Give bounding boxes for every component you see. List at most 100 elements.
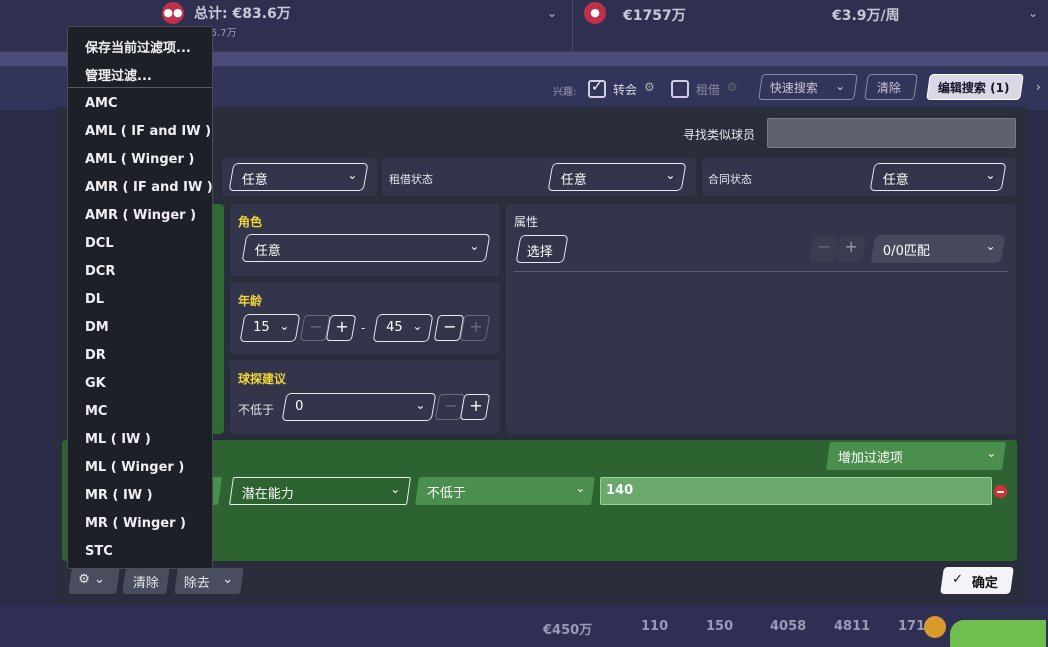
contract-status-select[interactable]: 任意 ⌄ <box>869 163 1007 191</box>
gear-icon: ⚙ ⌄ <box>78 572 105 587</box>
chevron-down-icon: ⌄ <box>665 168 676 182</box>
select-value: 任意 <box>882 173 909 188</box>
chevron-down-icon[interactable]: ⌄ <box>547 6 557 20</box>
age-label: 年龄 <box>238 294 263 308</box>
select-value: 任意 <box>254 244 281 259</box>
total-amount: 总计: €83.6万 <box>194 6 291 22</box>
position-item[interactable]: AMR ( Winger ) <box>85 208 196 223</box>
position-item[interactable]: MC <box>85 404 107 419</box>
edit-search-label: 编辑搜索 (1) <box>937 81 1010 95</box>
quick-search-button[interactable]: 快速搜索 ⌄ <box>758 74 858 100</box>
role-select[interactable]: 任意 ⌄ <box>241 234 491 262</box>
first-select[interactable]: 任意 ⌄ <box>228 163 369 191</box>
position-item[interactable]: DCR <box>85 264 115 279</box>
age-min-increment[interactable]: + <box>325 315 357 341</box>
position-item[interactable]: ML ( IW ) <box>85 432 151 447</box>
quick-search-label: 快速搜索 <box>769 81 818 95</box>
scout-label: 球探建议 <box>238 372 287 386</box>
remove-filter-icon[interactable] <box>994 485 1007 498</box>
gear-icon[interactable]: ⚙ <box>644 80 655 94</box>
save-filter-item[interactable]: 保存当前过滤项... <box>85 37 191 56</box>
chevron-down-icon: ⌄ <box>835 79 846 93</box>
gear-icon[interactable]: ⚙ <box>727 80 738 94</box>
position-item[interactable]: AMC <box>85 96 118 111</box>
position-item[interactable]: AML ( IF and IW ) <box>85 124 211 139</box>
select-value: 45 <box>386 320 403 335</box>
wage-total: €1757万 <box>623 8 686 24</box>
chevron-down-icon[interactable]: ⌄ <box>1028 6 1038 20</box>
filter-value-input[interactable]: 140 <box>600 477 992 505</box>
footer-clear-button[interactable]: 清除 <box>122 568 170 594</box>
select-value: 任意 <box>560 173 587 188</box>
position-item[interactable]: MR ( Winger ) <box>85 516 186 531</box>
position-item[interactable]: DM <box>85 320 109 335</box>
confirm-label: 确定 <box>971 576 998 591</box>
position-item[interactable]: ML ( Winger ) <box>85 460 184 475</box>
divider <box>572 0 573 52</box>
position-item[interactable]: STC <box>85 544 113 559</box>
settings-button[interactable]: ⚙ ⌄ <box>68 568 120 594</box>
chevron-down-icon: ⌄ <box>986 446 997 460</box>
add-filter-label: 增加过滤项 <box>837 451 903 466</box>
position-item[interactable]: GK <box>85 376 106 391</box>
chevron-down-icon: ⌄ <box>985 168 996 182</box>
position-dropdown-menu[interactable]: 保存当前过滤项... 管理过滤... AMC AML ( IF and IW )… <box>67 26 213 569</box>
add-filter-select[interactable]: 增加过滤项 ⌄ <box>826 442 1006 470</box>
watermark-logo <box>920 606 1048 647</box>
select-value: 任意 <box>241 173 268 188</box>
loan-status-label: 租借状态 <box>389 173 433 186</box>
position-item[interactable]: DL <box>85 292 104 307</box>
scout-increment[interactable]: + <box>459 394 491 420</box>
manage-filters-item[interactable]: 管理过滤... <box>85 65 152 84</box>
row-value: 110 <box>641 619 669 634</box>
footer-clear-label: 清除 <box>132 576 159 591</box>
age-max-select[interactable]: 45 ⌄ <box>372 314 434 342</box>
menu-separator <box>68 87 212 88</box>
clear-button[interactable]: 清除 <box>864 74 918 100</box>
attributes-select-button[interactable]: 选择 <box>515 235 569 263</box>
select-value: 15 <box>253 320 270 335</box>
divider <box>514 271 1008 272</box>
chevron-down-icon: ⌄ <box>985 239 996 253</box>
chevron-down-icon: ⌄ <box>222 572 234 587</box>
chevron-down-icon: ⌄ <box>347 168 358 182</box>
chevron-down-icon: ⌄ <box>279 319 290 333</box>
position-item[interactable]: DCL <box>85 236 114 251</box>
chevron-down-icon: ⌄ <box>469 239 480 253</box>
similar-player-input[interactable] <box>767 118 1016 148</box>
check-icon: ✓ <box>952 572 964 587</box>
age-max-increment[interactable]: + <box>459 315 491 341</box>
watermark-shape <box>950 620 1046 647</box>
position-item[interactable]: MR ( IW ) <box>85 488 153 503</box>
loan-status-select[interactable]: 任意 ⌄ <box>547 163 687 191</box>
position-item[interactable]: AML ( Winger ) <box>85 152 194 167</box>
remove-button[interactable]: 除去 ⌄ <box>174 568 244 594</box>
attr-decrement[interactable]: − <box>808 236 840 262</box>
transfer-label: 转会 <box>613 83 638 97</box>
table-row: €450万 110 150 4058 4811 1716 <box>0 606 1048 647</box>
transfer-checkbox[interactable] <box>588 79 606 98</box>
row-value: 150 <box>706 619 734 634</box>
attributes-match-select[interactable]: 0/0匹配 ⌄ <box>870 235 1006 263</box>
chevron-down-icon: ⌄ <box>390 482 401 496</box>
position-item[interactable]: AMR ( IF and IW ) <box>85 180 213 195</box>
attributes-label: 属性 <box>514 215 539 229</box>
age-min-select[interactable]: 15 ⌄ <box>239 314 301 342</box>
scout-select[interactable]: 0 ⌄ <box>281 393 437 421</box>
select-value: 0/0匹配 <box>882 244 930 259</box>
confirm-button[interactable]: ✓ 确定 <box>940 567 1014 594</box>
interest-label: 兴趣: <box>553 87 577 98</box>
edit-search-button[interactable]: 编辑搜索 (1) <box>926 74 1024 100</box>
filter-field-select[interactable]: 潜在能力 ⌄ <box>229 477 411 505</box>
attr-increment[interactable]: + <box>835 236 867 262</box>
loan-checkbox[interactable] <box>671 80 689 98</box>
clear-label: 清除 <box>876 81 901 95</box>
filter-operator-select[interactable]: 不低于 ⌄ <box>415 477 595 505</box>
remove-label: 除去 <box>183 576 210 591</box>
filter-value-text: 140 <box>606 483 634 498</box>
select-value: 不低于 <box>426 486 466 501</box>
piggy-bank-icon: ●● <box>162 2 184 24</box>
chevron-right-icon[interactable]: › <box>1036 80 1041 94</box>
scout-prefix: 不低于 <box>238 403 275 417</box>
position-item[interactable]: DR <box>85 348 106 363</box>
